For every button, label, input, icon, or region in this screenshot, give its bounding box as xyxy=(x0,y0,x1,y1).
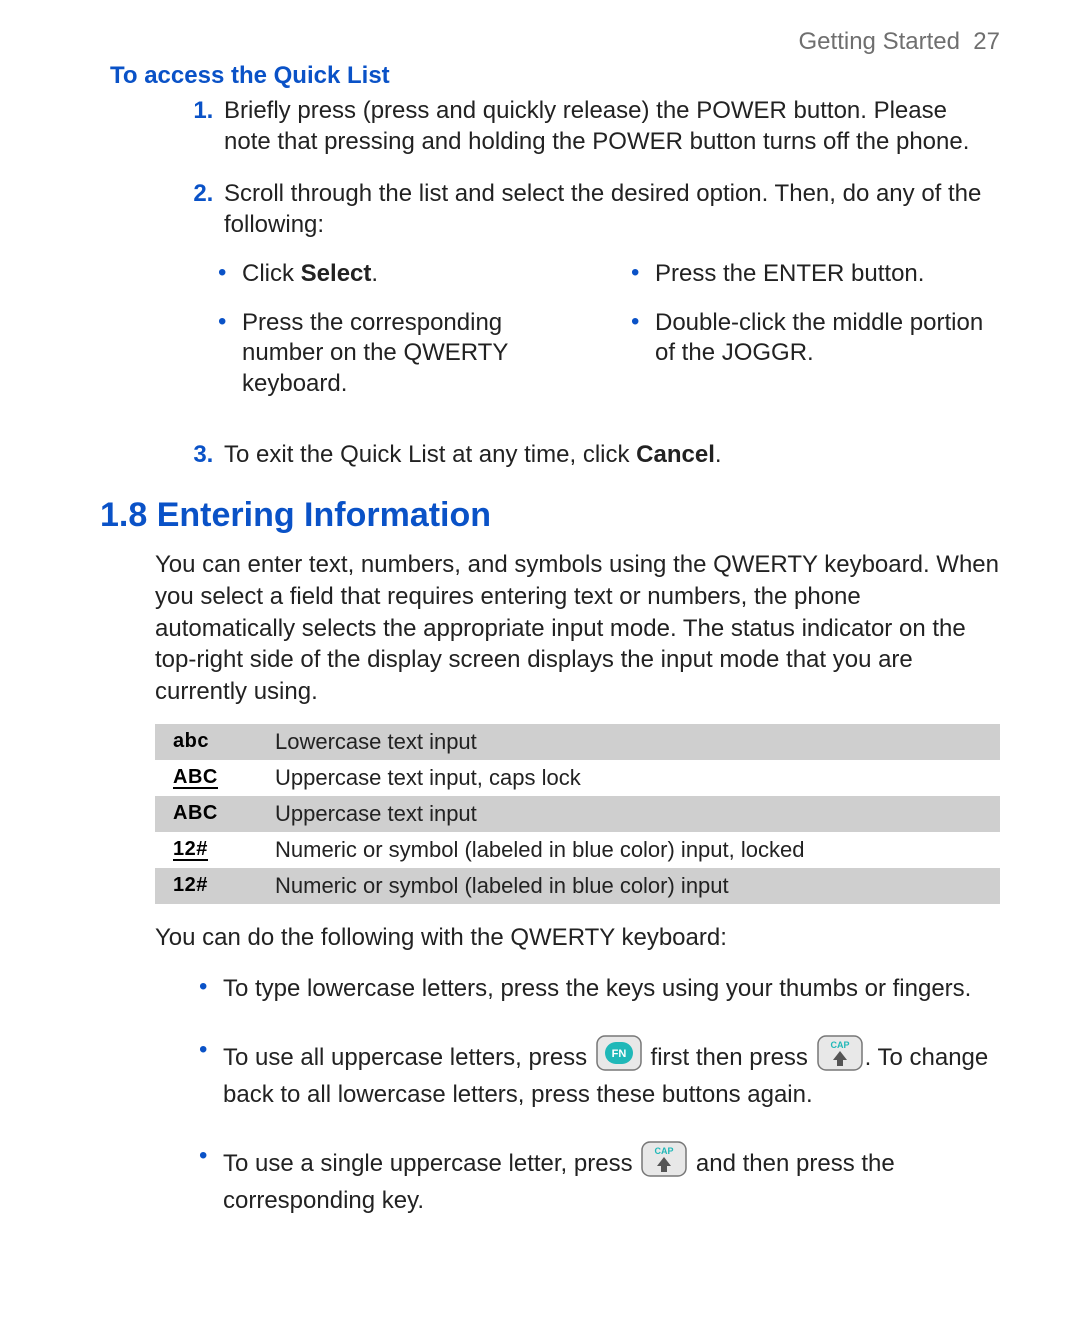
table-row: 12# Numeric or symbol (labeled in blue c… xyxy=(155,868,1000,904)
fn-key-icon: FN xyxy=(596,1033,642,1073)
manual-page: Getting Started 27 To access the Quick L… xyxy=(0,0,1080,1305)
mode-icon-capslock: ABC xyxy=(155,760,257,796)
quick-list-steps: Briefly press (press and quickly release… xyxy=(160,96,1000,470)
step-2: Scroll through the list and select the d… xyxy=(220,179,1000,417)
step-2-intro: Scroll through the list and select the d… xyxy=(224,180,981,238)
table-row: ABC Uppercase text input xyxy=(155,796,1000,832)
svg-text:CAP: CAP xyxy=(655,1146,674,1156)
section-number: 1.8 xyxy=(100,496,147,534)
keyboard-instructions: To type lowercase letters, press the key… xyxy=(155,970,1000,1220)
step-1-text: Briefly press (press and quickly release… xyxy=(224,97,969,155)
section-heading: 1.8 Entering Information xyxy=(100,496,1000,535)
cap-key-icon: CAP xyxy=(641,1139,687,1179)
mode-desc: Numeric or symbol (labeled in blue color… xyxy=(257,868,1000,904)
mode-icon-numeric: 12# xyxy=(155,868,257,904)
running-header: Getting Started 27 xyxy=(100,28,1000,56)
instr-all-uppercase: To use all uppercase letters, press FN f… xyxy=(195,1033,1000,1113)
option-enter: Press the ENTER button. xyxy=(627,259,1000,290)
section-intro: You can enter text, numbers, and symbols… xyxy=(155,549,1000,707)
svg-text:FN: FN xyxy=(612,1048,627,1060)
cap-key-icon: CAP xyxy=(817,1033,863,1073)
section-title-text: Entering Information xyxy=(157,496,491,534)
after-table-text: You can do the following with the QWERTY… xyxy=(155,922,1000,954)
step-2-options: Click Select. Press the corresponding nu… xyxy=(214,259,1000,418)
instr-lowercase: To type lowercase letters, press the key… xyxy=(195,970,1000,1007)
mode-desc: Uppercase text input, caps lock xyxy=(257,760,1000,796)
mode-icon-numeric-locked: 12# xyxy=(155,832,257,868)
quick-list-heading: To access the Quick List xyxy=(110,62,1000,90)
svg-text:CAP: CAP xyxy=(830,1040,849,1050)
mode-desc: Uppercase text input xyxy=(257,796,1000,832)
mode-desc: Numeric or symbol (labeled in blue color… xyxy=(257,832,1000,868)
chapter-name: Getting Started xyxy=(799,28,960,55)
instr-single-uppercase: To use a single uppercase letter, press … xyxy=(195,1139,1000,1219)
option-select: Click Select. xyxy=(214,259,587,290)
mode-icon-uppercase: ABC xyxy=(155,796,257,832)
option-joggr: Double-click the middle portion of the J… xyxy=(627,308,1000,369)
table-row: abc Lowercase text input xyxy=(155,724,1000,760)
input-mode-table: abc Lowercase text input ABC Uppercase t… xyxy=(155,724,1000,904)
table-row: ABC Uppercase text input, caps lock xyxy=(155,760,1000,796)
mode-desc: Lowercase text input xyxy=(257,724,1000,760)
option-number-key: Press the corresponding number on the QW… xyxy=(214,308,587,400)
step-3: To exit the Quick List at any time, clic… xyxy=(220,440,1000,471)
table-row: 12# Numeric or symbol (labeled in blue c… xyxy=(155,832,1000,868)
step-1: Briefly press (press and quickly release… xyxy=(220,96,1000,157)
mode-icon-lowercase: abc xyxy=(155,724,257,760)
page-number: 27 xyxy=(973,28,1000,55)
